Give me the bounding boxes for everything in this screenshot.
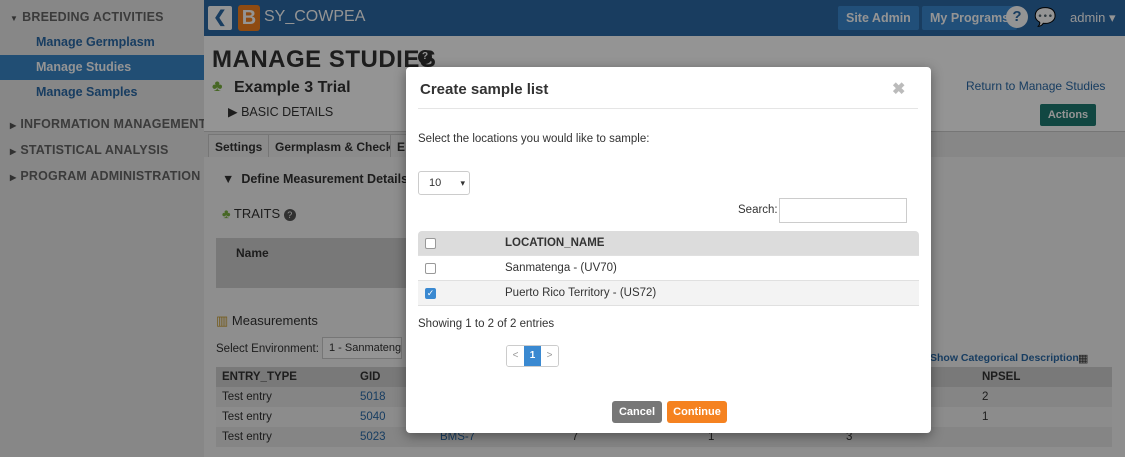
create-sample-list-modal: Create sample list ✖ Select the location…	[406, 67, 931, 433]
pagination: < 1 >	[506, 345, 559, 367]
search-input[interactable]	[779, 198, 907, 223]
modal-title: Create sample list	[420, 81, 549, 98]
locations-table: LOCATION_NAME Sanmatenga - (UV70) ✓ Puer…	[418, 231, 919, 306]
table-header-row: LOCATION_NAME	[418, 231, 919, 256]
table-row[interactable]: ✓ Puerto Rico Territory - (US72)	[418, 281, 919, 306]
continue-button[interactable]: Continue	[667, 401, 727, 423]
page-1-button[interactable]: 1	[524, 346, 541, 366]
prev-page-button[interactable]: <	[507, 346, 524, 366]
dropdown-arrow-icon: ▾	[460, 178, 465, 188]
location-name: Sanmatenga - (UV70)	[505, 262, 617, 274]
search-label: Search:	[738, 204, 778, 216]
column-header[interactable]: LOCATION_NAME	[505, 231, 604, 256]
page-length-select[interactable]: 10 ▾	[418, 171, 470, 195]
select-all-checkbox[interactable]	[425, 238, 436, 249]
next-page-button[interactable]: >	[541, 346, 558, 366]
row-checkbox[interactable]	[425, 263, 436, 274]
instruction-text: Select the locations you would like to s…	[418, 133, 650, 145]
entries-info: Showing 1 to 2 of 2 entries	[418, 318, 555, 330]
row-checkbox[interactable]: ✓	[425, 288, 436, 299]
location-name: Puerto Rico Territory - (US72)	[505, 287, 657, 299]
table-row[interactable]: Sanmatenga - (UV70)	[418, 256, 919, 281]
close-icon[interactable]: ✖	[892, 79, 905, 99]
divider	[418, 108, 918, 109]
cancel-button[interactable]: Cancel	[612, 401, 662, 423]
